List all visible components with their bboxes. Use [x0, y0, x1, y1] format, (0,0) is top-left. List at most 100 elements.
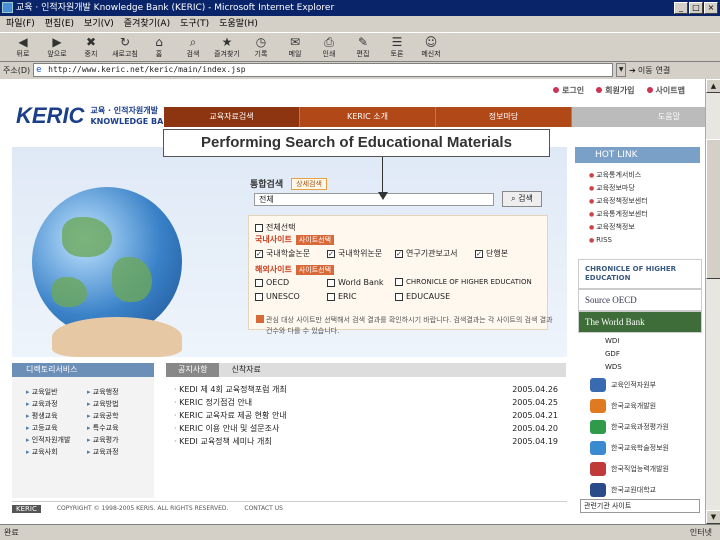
directory-item[interactable]: 특수교육 [87, 423, 144, 434]
world-bank-banner[interactable]: The World Bank [578, 311, 702, 333]
address-input[interactable]: e http://www.keric.net/keric/main/index.… [33, 63, 614, 77]
scroll-up-icon[interactable]: ▲ [706, 79, 720, 93]
option-educause[interactable]: EDUCAUSE [395, 292, 450, 301]
checkbox-checked[interactable]: ✓ [327, 249, 335, 258]
news-item[interactable]: KEDI 교육정책 세미나 개최2005.04.19 [174, 435, 558, 448]
directory-item[interactable]: 고등교육 [26, 423, 83, 434]
menu-help[interactable]: 도움말(H) [219, 16, 258, 32]
home-button[interactable]: ⌂ 홈 [142, 33, 176, 61]
login-link[interactable]: 로그인 [553, 85, 584, 96]
directory-item[interactable]: 교육행정 [87, 387, 144, 398]
scroll-down-icon[interactable]: ▼ [706, 510, 720, 524]
option-eric[interactable]: ERIC [327, 292, 357, 301]
checkbox-checked[interactable]: ✓ [255, 249, 263, 258]
option-unesco[interactable]: UNESCO [255, 292, 300, 301]
tab-notices[interactable]: 공지사항 [166, 363, 220, 377]
tab-new-materials[interactable]: 신착자료 [219, 363, 272, 377]
gdf-link[interactable]: GDF [605, 348, 622, 361]
hot-link-item[interactable]: 교육정책정보센터 [589, 195, 705, 208]
nav-search-materials[interactable]: 교육자료검색 [164, 107, 300, 127]
directory-item[interactable]: 교육일반 [26, 387, 83, 398]
site-logo[interactable]: KERIC 교육 · 인적자원개발 KNOWLEDGE BANK [16, 103, 176, 129]
forward-button[interactable]: ▶ 앞으로 [40, 33, 74, 61]
back-button[interactable]: ◀ 뒤로 [6, 33, 40, 61]
select-all-option[interactable]: 전체선택 [255, 222, 295, 233]
org-link[interactable]: 한국직업능력개발원 [590, 458, 705, 479]
checkbox[interactable] [255, 278, 263, 287]
news-item[interactable]: KERIC 이용 안내 및 설문조사2005.04.20 [174, 422, 558, 435]
contact-us-link[interactable]: CONTACT US [244, 505, 283, 512]
mail-button[interactable]: ✉ 메일 [278, 33, 312, 61]
org-link[interactable]: 한국교육과정평가원 [590, 416, 705, 437]
checkbox[interactable] [255, 292, 263, 301]
history-button[interactable]: ◷ 기록 [244, 33, 278, 61]
hot-link-item[interactable]: RISS [589, 234, 705, 247]
option-research-reports[interactable]: ✓ 연구기관보고서 [395, 248, 458, 259]
checkbox-checked[interactable]: ✓ [475, 249, 483, 258]
checkbox[interactable] [255, 223, 263, 232]
menu-edit[interactable]: 편집(E) [45, 16, 74, 32]
org-link[interactable]: 교육인적자원부 [590, 374, 705, 395]
related-sites-select[interactable]: 관련기관 사이트 [580, 499, 700, 513]
hot-link-item[interactable]: 교육정책정보 [589, 221, 705, 234]
news-item[interactable]: KERIC 교육자료 제공 현황 안내2005.04.21 [174, 409, 558, 422]
advanced-search-link[interactable]: 상세검색 [291, 177, 327, 190]
domestic-select-button[interactable]: 사이트선택 [295, 234, 335, 245]
directory-item[interactable]: 교육사회 [26, 447, 83, 458]
search-button[interactable]: ⌕ 검색 [176, 33, 210, 61]
chronicle-banner[interactable]: CHRONICLE OF HIGHER EDUCATION [578, 259, 702, 289]
search-submit-button[interactable]: ⌕ 검색 [502, 191, 542, 207]
menu-view[interactable]: 보기(V) [84, 16, 114, 32]
discuss-button[interactable]: ☰ 토론 [380, 33, 414, 61]
org-link[interactable]: 한국교육학술정보원 [590, 437, 705, 458]
checkbox[interactable] [327, 292, 335, 301]
stop-button[interactable]: ✖ 중지 [74, 33, 108, 61]
close-button[interactable]: × [704, 2, 718, 14]
nav-about-keric[interactable]: KERIC 소개 [300, 107, 436, 127]
source-oecd-banner[interactable]: Source OECD [578, 289, 702, 311]
search-input[interactable]: 전체 [254, 193, 494, 206]
go-button[interactable]: ➔ 이동 [629, 65, 652, 76]
wdi-link[interactable]: WDI [605, 335, 622, 348]
overseas-select-button[interactable]: 사이트선택 [295, 264, 335, 275]
favorites-button[interactable]: ★ 즐겨찾기 [210, 33, 244, 61]
news-item[interactable]: KERIC 정기점검 안내2005.04.25 [174, 396, 558, 409]
scroll-thumb[interactable] [706, 139, 720, 279]
minimize-button[interactable]: _ [674, 2, 688, 14]
maximize-button[interactable]: □ [689, 2, 703, 14]
refresh-button[interactable]: ↻ 새로고침 [108, 33, 142, 61]
wds-link[interactable]: WDS [605, 361, 622, 374]
join-link[interactable]: 회원가입 [596, 85, 635, 96]
print-button[interactable]: ⎙ 인쇄 [312, 33, 346, 61]
directory-item[interactable]: 교육과정 [87, 447, 144, 458]
hot-link-item[interactable]: 교육통계서비스 [589, 169, 705, 182]
directory-item[interactable]: 교육방법 [87, 399, 144, 410]
checkbox[interactable] [395, 292, 403, 301]
checkbox[interactable] [395, 278, 403, 286]
nav-info-square[interactable]: 정보마당 [436, 107, 572, 127]
menu-file[interactable]: 파일(F) [6, 16, 35, 32]
directory-item[interactable]: 교육과정 [26, 399, 83, 410]
links-label[interactable]: 연결 [656, 65, 671, 76]
checkbox-checked[interactable]: ✓ [395, 249, 403, 258]
checkbox[interactable] [327, 278, 335, 287]
option-chronicle[interactable]: CHRONICLE OF HIGHER EDUCATION [395, 278, 532, 286]
hot-link-item[interactable]: 교육정보마당 [589, 182, 705, 195]
news-item[interactable]: KEDI 제 4회 교육정책포럼 개최2005.04.26 [174, 383, 558, 396]
directory-item[interactable]: 평생교육 [26, 411, 83, 422]
option-domestic-papers[interactable]: ✓ 국내학술논문 [255, 248, 310, 259]
nav-help[interactable]: 도움말 [572, 107, 705, 127]
directory-item[interactable]: 교육공학 [87, 411, 144, 422]
menu-favorites[interactable]: 즐겨찾기(A) [124, 16, 170, 32]
org-link[interactable]: 한국교원대학교 [590, 479, 705, 500]
option-books[interactable]: ✓ 단행본 [475, 248, 508, 259]
vertical-scrollbar[interactable]: ▲ ▼ [705, 79, 720, 524]
messenger-button[interactable]: ☺ 메신저 [414, 33, 448, 61]
sitemap-link[interactable]: 사이트맵 [646, 85, 685, 96]
directory-item[interactable]: 교육평가 [87, 435, 144, 446]
menu-tools[interactable]: 도구(T) [180, 16, 209, 32]
option-world-bank[interactable]: World Bank [327, 278, 384, 287]
address-dropdown[interactable]: ▼ [616, 63, 627, 77]
option-domestic-theses[interactable]: ✓ 국내학위논문 [327, 248, 382, 259]
option-oecd[interactable]: OECD [255, 278, 289, 287]
